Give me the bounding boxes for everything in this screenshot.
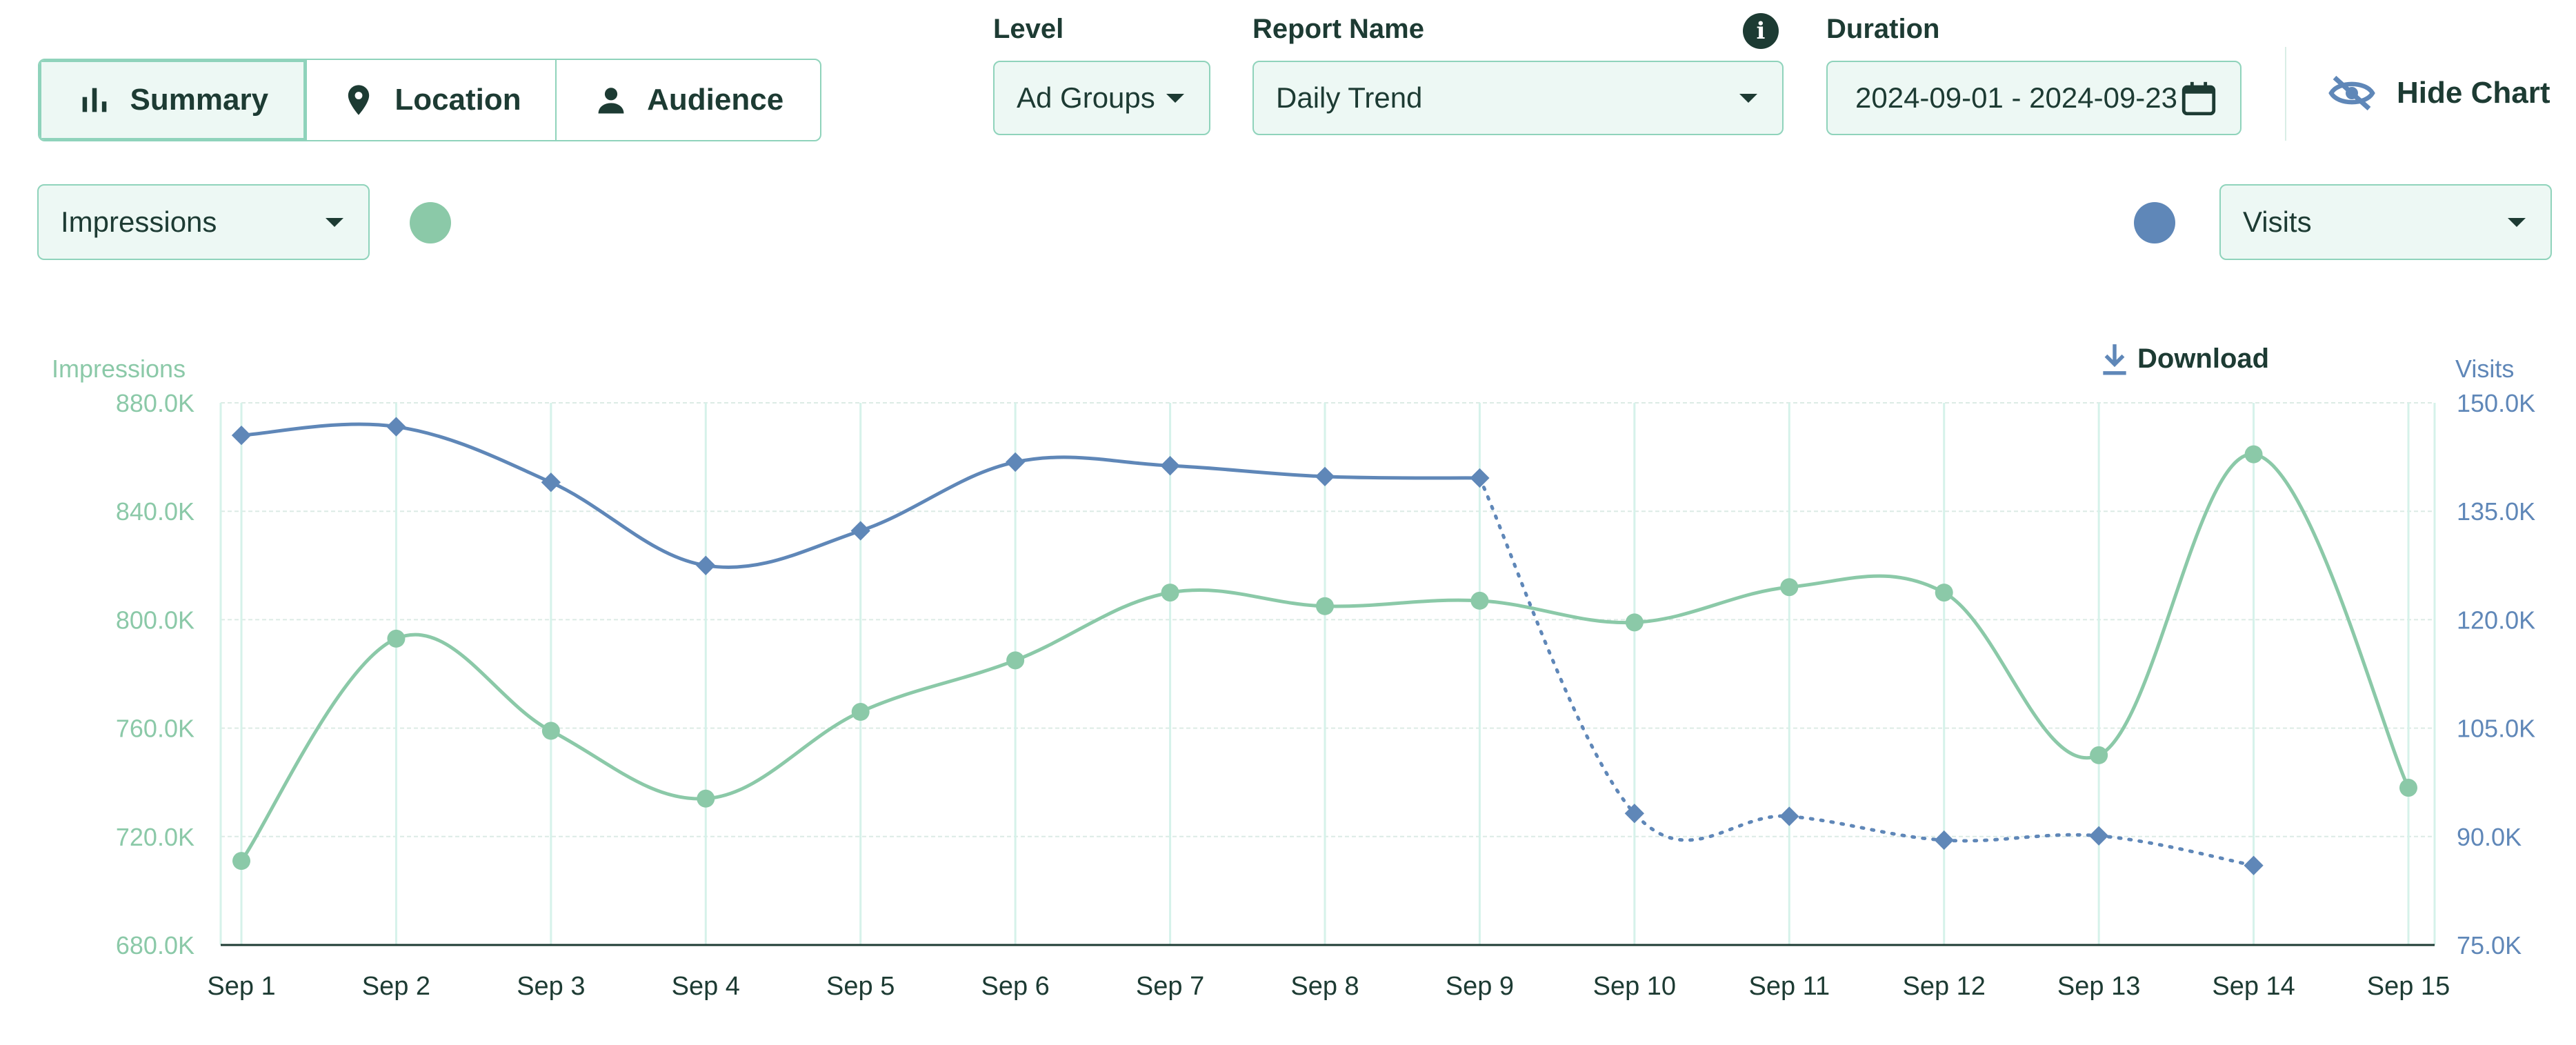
impressions-point — [1316, 597, 1334, 615]
impressions-point — [2090, 746, 2108, 764]
y-axis-left-label: Impressions — [52, 355, 186, 383]
x-axis-tick: Sep 7 — [1136, 972, 1204, 1001]
impressions-point — [1780, 578, 1799, 597]
x-axis-tick: Sep 15 — [2367, 972, 2450, 1001]
y-axis-right-tick: 135.0K — [2457, 497, 2535, 526]
y-axis-right-ticks: 75.0K 90.0K 105.0K 120.0K 135.0K 150.0K — [2457, 389, 2535, 959]
y-axis-right-tick: 150.0K — [2457, 389, 2535, 417]
x-axis-tick: Sep 8 — [1290, 972, 1359, 1001]
impressions-point — [1935, 584, 1953, 602]
visits-point — [1006, 452, 1026, 472]
daily-trend-chart: Impressions Visits 680.0K 720.0K 760.0K 800… — [52, 355, 2535, 1001]
y-axis-left-tick: 720.0K — [116, 823, 194, 851]
visits-point — [231, 426, 252, 446]
impressions-point — [1006, 651, 1025, 670]
x-axis-tick: Sep 10 — [1593, 972, 1676, 1001]
impressions-point — [2399, 779, 2417, 797]
impressions-point — [1625, 613, 1644, 632]
impressions-point — [232, 852, 250, 870]
visits-point — [1315, 466, 1335, 487]
y-axis-left-tick: 840.0K — [116, 497, 194, 526]
y-axis-right-tick: 120.0K — [2457, 606, 2535, 634]
x-axis-tick: Sep 4 — [672, 972, 740, 1001]
x-axis-tick: Sep 3 — [517, 972, 585, 1001]
visits-point — [541, 472, 561, 492]
x-axis-tick: Sep 11 — [1748, 972, 1830, 1001]
impressions-point — [851, 703, 870, 721]
impressions-point — [387, 629, 406, 648]
y-axis-right-tick: 105.0K — [2457, 715, 2535, 743]
visits-point — [386, 417, 406, 437]
y-axis-right-tick: 75.0K — [2457, 931, 2522, 959]
y-axis-right-tick: 90.0K — [2457, 823, 2522, 851]
download-icon — [2103, 344, 2126, 375]
visits-point — [696, 555, 716, 575]
impressions-point — [541, 721, 560, 740]
x-axis-tick: Sep 6 — [981, 972, 1049, 1001]
y-axis-left-ticks: 680.0K 720.0K 760.0K 800.0K 840.0K 880.0K — [116, 389, 194, 959]
x-axis-tick: Sep 12 — [1902, 972, 1985, 1001]
visits-point — [1470, 468, 1490, 488]
visits-point — [2244, 855, 2264, 875]
x-axis-ticks: Sep 1 Sep 2 Sep 3 Sep 4 Sep 5 Sep 6 Sep 7 Sep 8… — [207, 972, 2450, 1001]
impressions-point — [2244, 445, 2263, 464]
impressions-point — [697, 789, 715, 808]
y-axis-left-tick: 880.0K — [116, 389, 194, 417]
impressions-point — [1470, 591, 1489, 610]
visits-point — [1779, 806, 1799, 826]
visits-point — [850, 521, 870, 541]
download-label: Download — [2137, 343, 2270, 374]
visits-line-projected — [1477, 476, 2256, 868]
x-axis-tick: Sep 14 — [2212, 972, 2295, 1001]
visits-point — [1934, 830, 1954, 850]
visits-point — [1160, 456, 1180, 476]
impressions-point — [1161, 584, 1179, 602]
x-axis-tick: Sep 5 — [826, 972, 895, 1001]
y-axis-right-label: Visits — [2455, 355, 2514, 383]
x-axis-tick: Sep 2 — [362, 972, 430, 1001]
x-axis-tick: Sep 1 — [207, 972, 275, 1001]
x-axis-tick: Sep 13 — [2057, 972, 2140, 1001]
y-axis-left-tick: 800.0K — [116, 606, 194, 634]
visits-point — [2089, 826, 2109, 846]
download-button[interactable]: Download — [2100, 341, 2269, 376]
y-axis-left-tick: 680.0K — [116, 931, 194, 959]
x-axis-tick: Sep 9 — [1446, 972, 1514, 1001]
y-axis-left-tick: 760.0K — [116, 715, 194, 743]
